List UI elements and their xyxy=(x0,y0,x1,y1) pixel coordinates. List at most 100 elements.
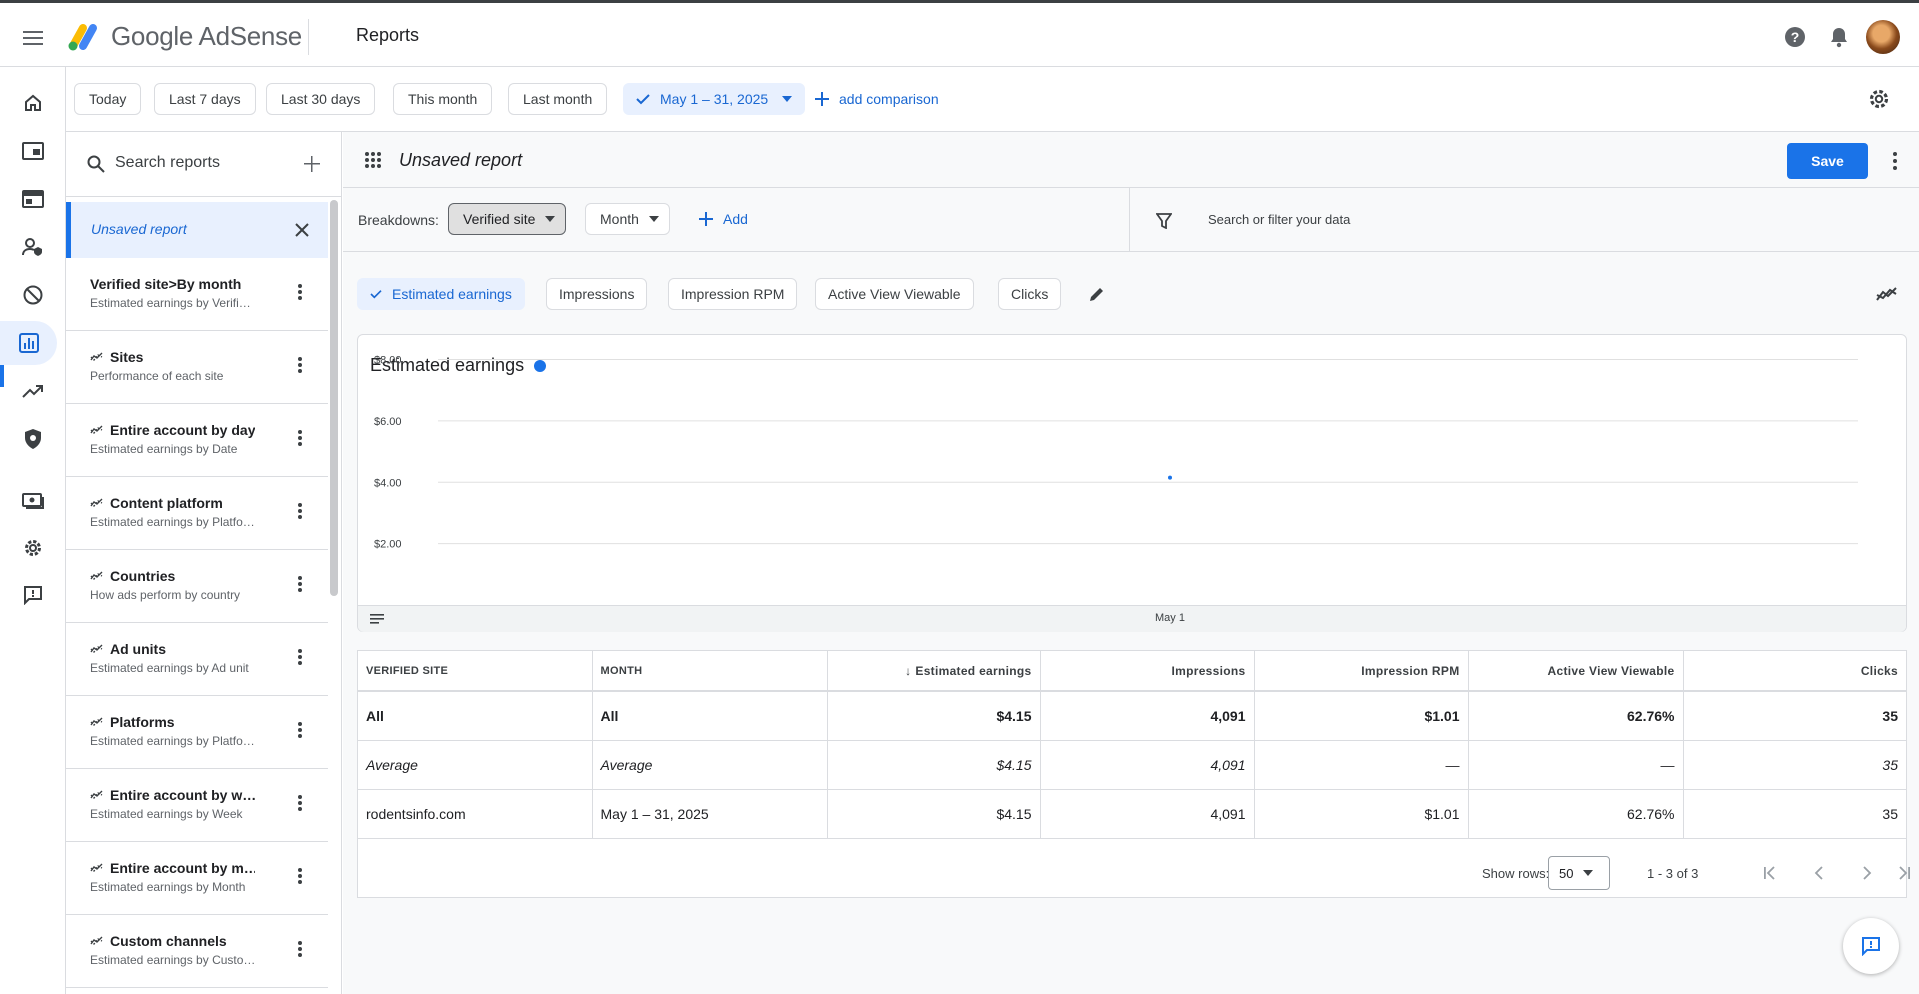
rail-sites-icon[interactable] xyxy=(8,177,58,221)
col-header-impression-rpm[interactable]: Impression RPM xyxy=(1254,651,1469,692)
more-vert-icon[interactable] xyxy=(288,645,312,669)
saved-report-item[interactable]: Countries How ads perform by country xyxy=(66,550,328,623)
rail-settings-icon[interactable] xyxy=(8,526,58,570)
edit-metrics-pencil-icon[interactable] xyxy=(1088,285,1106,303)
saved-report-subtitle: Estimated earnings by Month xyxy=(90,880,246,894)
report-name[interactable]: Unsaved report xyxy=(399,150,522,171)
last-page-icon[interactable] xyxy=(1891,860,1917,886)
more-vert-icon[interactable] xyxy=(288,353,312,377)
saved-report-title-text: Entire account by day xyxy=(110,422,255,438)
chevron-down-icon xyxy=(648,216,659,222)
saved-report-item[interactable]: Content platform Estimated earnings by Pl… xyxy=(66,477,328,550)
date-range-selector[interactable]: May 1 – 31, 2025 xyxy=(623,83,806,115)
close-icon[interactable] xyxy=(295,223,309,237)
breakdown-verified-site[interactable]: Verified site xyxy=(448,203,567,235)
metric-impression-rpm[interactable]: Impression RPM xyxy=(668,278,798,310)
metric-estimated-earnings[interactable]: Estimated earnings xyxy=(357,278,525,310)
report-table: VERIFIED SITE MONTH ↓ Estimated earnings … xyxy=(358,651,1906,839)
more-vert-icon[interactable] xyxy=(288,499,312,523)
add-breakdown-button[interactable]: Add xyxy=(699,203,748,235)
filter-search[interactable]: Search or filter your data xyxy=(1129,188,1907,252)
apps-grid-icon[interactable] xyxy=(364,151,382,169)
more-vert-icon[interactable] xyxy=(1892,151,1898,171)
earnings-chart[interactable]: $8.00 $6.00 $4.00 $2.00 xyxy=(358,335,1906,605)
rail-ads-icon[interactable] xyxy=(8,129,58,173)
first-page-icon[interactable] xyxy=(1757,860,1783,886)
rail-feedback-icon[interactable] xyxy=(8,573,58,617)
date-preset-last-7-days[interactable]: Last 7 days xyxy=(154,83,256,115)
saved-report-item[interactable]: Platforms Estimated earnings by Platfo… xyxy=(66,696,328,769)
saved-report-item[interactable]: Entire account by day Estimated earnings … xyxy=(66,404,328,477)
breakdowns-label: Breakdowns: xyxy=(358,212,439,228)
table-cell: $4.15 xyxy=(827,691,1041,741)
prev-page-icon[interactable] xyxy=(1806,860,1832,886)
saved-report-title: Content platform xyxy=(90,495,255,511)
gear-icon[interactable] xyxy=(1865,85,1893,113)
saved-report-item[interactable]: Custom channels Estimated earnings by Cus… xyxy=(66,915,328,988)
search-reports-box[interactable]: Search reports xyxy=(66,132,342,197)
saved-report-item[interactable]: Entire account by m… Estimated earnings b… xyxy=(66,842,328,915)
metric-active-view-viewable[interactable]: Active View Viewable xyxy=(815,278,974,310)
more-vert-icon[interactable] xyxy=(288,426,312,450)
saved-report-item[interactable]: Sites Performance of each site xyxy=(66,331,328,404)
data-point[interactable] xyxy=(1168,475,1172,480)
date-preset-this-month[interactable]: This month xyxy=(393,83,493,115)
date-preset-last-month[interactable]: Last month xyxy=(508,83,608,115)
chart-legend-toggle-icon[interactable] xyxy=(370,614,384,624)
adsense-logo[interactable]: Google AdSense xyxy=(65,21,302,52)
col-header-impressions[interactable]: Impressions xyxy=(1040,651,1255,692)
rail-payments-icon[interactable] xyxy=(8,479,58,523)
more-vert-icon[interactable] xyxy=(288,280,312,304)
col-header-active-view-viewable[interactable]: Active View Viewable xyxy=(1468,651,1684,692)
rows-per-page-select[interactable]: 50 xyxy=(1548,856,1610,890)
more-vert-icon[interactable] xyxy=(288,937,312,961)
saved-report-item[interactable]: Entire account by w… Estimated earnings b… xyxy=(66,769,328,842)
saved-report-subtitle: Estimated earnings by Platfo… xyxy=(90,515,255,529)
feedback-fab[interactable] xyxy=(1843,918,1899,974)
table-cell: $4.15 xyxy=(827,740,1041,790)
add-comparison-button[interactable]: add comparison xyxy=(815,83,939,115)
plus-icon xyxy=(699,212,713,226)
reports-scrollbar[interactable] xyxy=(330,200,338,596)
bell-icon[interactable] xyxy=(1825,23,1853,51)
rail-optimization-icon[interactable] xyxy=(8,369,58,413)
breakdown-month[interactable]: Month xyxy=(585,203,670,235)
metric-impressions[interactable]: Impressions xyxy=(546,278,648,310)
new-report-plus-icon[interactable] xyxy=(304,156,320,172)
chevron-down-icon xyxy=(1583,870,1594,876)
rail-policy-center-icon[interactable] xyxy=(8,417,58,461)
help-icon[interactable]: ? xyxy=(1781,23,1809,51)
metric-clicks[interactable]: Clicks xyxy=(998,278,1062,310)
template-report-icon xyxy=(90,571,103,581)
chart-type-icon[interactable] xyxy=(1876,287,1898,301)
rail-home-icon[interactable] xyxy=(8,81,58,125)
table-pagination: Show rows: 50 1 - 3 of 3 xyxy=(358,849,1910,897)
filter-icon xyxy=(1156,213,1172,229)
col-header-estimated-earnings[interactable]: ↓ Estimated earnings xyxy=(827,651,1041,692)
chevron-down-icon xyxy=(545,216,556,222)
avatar[interactable] xyxy=(1866,20,1900,54)
table-cell: — xyxy=(1468,740,1684,790)
date-preset-last-30-days[interactable]: Last 30 days xyxy=(266,83,376,115)
save-button[interactable]: Save xyxy=(1787,143,1868,179)
more-vert-icon[interactable] xyxy=(288,864,312,888)
next-page-icon[interactable] xyxy=(1854,860,1880,886)
template-report-icon xyxy=(90,936,103,946)
date-preset-today[interactable]: Today xyxy=(74,83,142,115)
table-cell: All xyxy=(592,691,828,741)
table-cell: 4,091 xyxy=(1040,789,1255,839)
rail-blocking-controls-icon[interactable] xyxy=(8,273,58,317)
col-header-month[interactable]: MONTH xyxy=(592,651,828,692)
rail-privacy-messaging-icon[interactable] xyxy=(8,225,58,269)
saved-report-item[interactable]: Ad units Estimated earnings by Ad unit xyxy=(66,623,328,696)
more-vert-icon[interactable] xyxy=(288,572,312,596)
col-header-verified-site[interactable]: VERIFIED SITE xyxy=(358,651,593,692)
table-cell: All xyxy=(358,691,593,741)
saved-report-item[interactable]: Verified site>By month Estimated earnings… xyxy=(66,258,328,331)
col-header-clicks[interactable]: Clicks xyxy=(1683,651,1906,692)
menu-icon[interactable] xyxy=(18,23,48,53)
more-vert-icon[interactable] xyxy=(288,718,312,742)
current-report-item[interactable]: Unsaved report xyxy=(66,202,328,258)
more-vert-icon[interactable] xyxy=(288,791,312,815)
rail-reports-icon[interactable] xyxy=(0,321,57,365)
